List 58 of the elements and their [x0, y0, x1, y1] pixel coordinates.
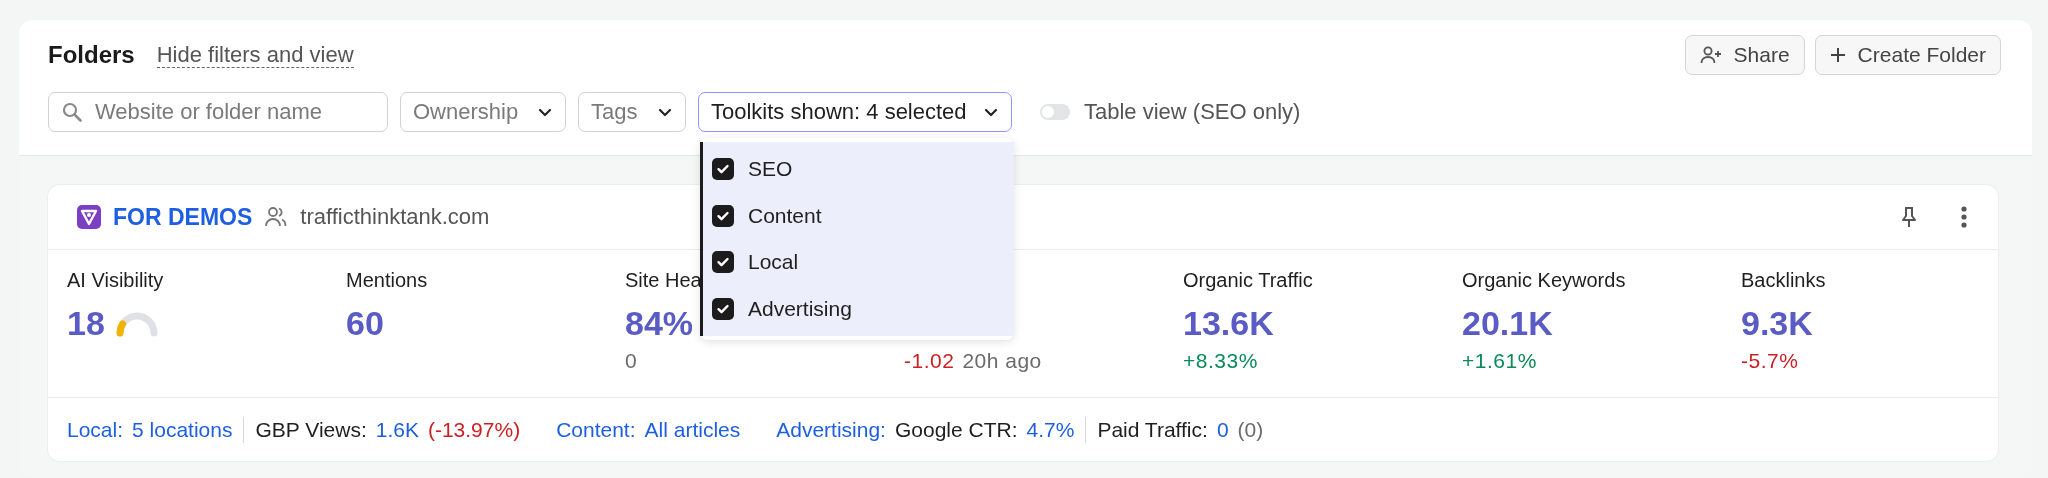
option-label[interactable]: Content [748, 203, 822, 228]
option-label[interactable]: SEO [748, 157, 793, 182]
hide-filters-link[interactable]: Hide filters and view [156, 42, 354, 68]
metric-value: 60 [346, 303, 384, 343]
person-plus-icon [1699, 46, 1722, 64]
footer-value: 4.7% [1026, 417, 1075, 442]
footer-value: (0) [1237, 417, 1264, 442]
metric-label: Organic Keywords [1462, 269, 1627, 293]
project-logo-icon [77, 205, 101, 229]
metric-change: 0 [625, 349, 638, 373]
metric-value: 9.3K [1741, 303, 1813, 343]
update-time: 20h ago [962, 349, 1042, 373]
footer-link[interactable]: Advertising: [776, 417, 886, 442]
metric-change: +1.61% [1462, 349, 1537, 373]
share-button[interactable]: Share [1684, 35, 1805, 75]
footer-link[interactable]: All articles [644, 417, 741, 442]
plus-icon [1829, 47, 1846, 63]
metric-label: Backlinks [1741, 269, 1827, 293]
toggle-label: Table view (SEO only) [1084, 99, 1301, 125]
metric-value: 13.6K [1183, 303, 1274, 343]
metric-change: -5.7% [1741, 349, 1799, 373]
footer-link[interactable]: Content: [556, 417, 636, 442]
filter-dropdown[interactable]: Toolkits shown: 4 selected [698, 92, 1012, 132]
page-title: Folders [48, 41, 135, 69]
metric-change: +8.33% [1183, 349, 1258, 373]
option-label[interactable]: Advertising [748, 296, 852, 321]
metric-label: Site Hea [625, 269, 703, 293]
footer-link[interactable]: 5 locations [132, 417, 233, 442]
footer-label: GBP Views: [255, 417, 367, 442]
metric-value: 18 [67, 303, 105, 343]
checkbox[interactable] [712, 251, 734, 274]
filter-dropdown[interactable]: Ownership [400, 92, 566, 132]
footer-label: Paid Traffic: [1097, 417, 1208, 442]
create-folder-button[interactable]: Create Folder [1814, 35, 2001, 75]
checkbox[interactable] [712, 297, 734, 320]
footer-value: 1.6K [375, 417, 419, 442]
more-icon [1960, 205, 1968, 229]
project-domain: trafficthinktank.com [300, 204, 490, 230]
toggle-switch[interactable] [1040, 104, 1070, 120]
filter-dropdown[interactable]: Tags [578, 92, 686, 132]
footer-label: Google CTR: [894, 417, 1018, 442]
pin-icon [1900, 206, 1918, 228]
metric-change: -1.02 [904, 349, 955, 373]
footer-change: (-13.97%) [427, 417, 521, 442]
footer-link[interactable]: Local: [67, 417, 124, 442]
metric-label: AI Visibility [67, 269, 165, 293]
search-icon [62, 102, 82, 122]
project-name[interactable]: FOR DEMOS [113, 203, 253, 231]
option-label[interactable]: Local [748, 250, 799, 275]
checkbox[interactable] [712, 158, 734, 181]
metric-value: 20.1K [1462, 303, 1553, 343]
metric-label: Organic Traffic [1183, 269, 1314, 293]
footer-value: 0 [1216, 417, 1229, 442]
checkbox[interactable] [712, 204, 734, 227]
search-field[interactable]: Website or folder name [48, 92, 388, 132]
users-icon [264, 206, 289, 228]
metric-label: Mentions [346, 269, 429, 293]
metric-value: 84% [625, 303, 694, 343]
